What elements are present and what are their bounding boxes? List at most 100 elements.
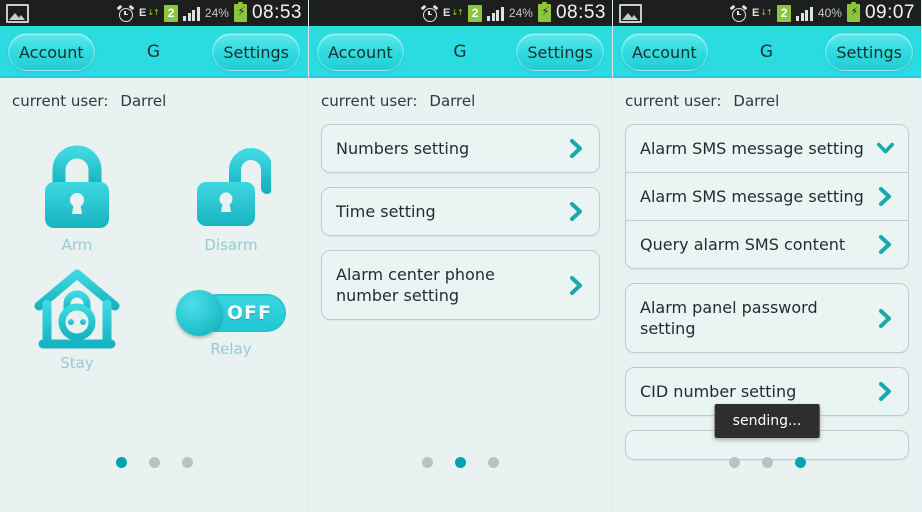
network-arrows: ↓↑ — [451, 8, 463, 17]
battery-percent: 24% — [508, 6, 533, 20]
list-item-label: Numbers setting — [336, 139, 470, 158]
alarm-clock-icon — [420, 4, 439, 22]
toast-message: sending... — [714, 404, 820, 438]
network-type-icon: E ↓↑ — [138, 7, 160, 19]
list-item-alarm-sms-message-setting[interactable]: Alarm SMS message setting — [626, 172, 908, 220]
stay-label: Stay — [60, 354, 94, 372]
page-dot-2[interactable] — [148, 457, 160, 468]
page-dot-1[interactable] — [422, 457, 433, 468]
arm-button[interactable]: Arm — [0, 130, 154, 254]
status-bar: E ↓↑ 2 40% ⚡ 09:07 — [613, 0, 921, 26]
current-user-name: Darrel — [733, 92, 780, 110]
toggle-knob[interactable] — [176, 290, 222, 336]
account-button[interactable]: Account — [8, 33, 95, 71]
current-user-row: current user: Darrel — [0, 78, 308, 110]
network-type-icon: E ↓↑ — [442, 7, 464, 19]
battery-charging-icon: ⚡ — [846, 1, 860, 22]
battery-charging-icon: ⚡ — [233, 1, 247, 22]
panel-1: E ↓↑ 2 24% ⚡ 08:53 Account G Settings cu… — [0, 0, 308, 512]
chevron-down-icon — [877, 139, 894, 158]
page-indicator — [309, 457, 612, 468]
page-indicator — [0, 457, 308, 468]
list-item-alarm-sms-message-setting-header[interactable]: Alarm SMS message setting — [626, 125, 908, 172]
status-clock: 09:07 — [864, 2, 915, 23]
page-title: G — [146, 42, 161, 62]
list-item-label: Alarm panel password setting — [640, 298, 818, 338]
page-dot-2[interactable] — [761, 457, 773, 468]
settings-card-expanded: Alarm SMS message setting Alarm SMS mess… — [625, 124, 909, 269]
list-item-label: Query alarm SMS content — [640, 235, 846, 254]
network-type-label: E — [138, 7, 147, 19]
settings-card: Time setting — [321, 187, 600, 236]
signal-bars-icon — [183, 6, 200, 21]
page-dot-3[interactable] — [488, 457, 499, 468]
settings-button[interactable]: Settings — [516, 33, 604, 71]
network-arrows: ↓↑ — [760, 8, 772, 17]
list-item-numbers-setting[interactable]: Numbers setting — [322, 125, 599, 172]
three-panel-screenshot: E ↓↑ 2 24% ⚡ 08:53 Account G Settings cu… — [0, 0, 922, 512]
house-lock-icon — [34, 269, 120, 349]
panel-body: current user: Darrel Arm Disarm Stay OFF… — [0, 78, 308, 512]
current-user-label: current user: — [12, 92, 109, 110]
list-item-alarm-panel-password-setting[interactable]: Alarm panel password setting — [626, 284, 908, 352]
status-bar-left — [619, 3, 642, 23]
chevron-right-icon — [877, 235, 894, 254]
list-item-query-alarm-sms-content[interactable]: Query alarm SMS content — [626, 220, 908, 268]
chevron-right-icon — [877, 308, 894, 328]
status-bar-right: E ↓↑ 2 24% ⚡ 08:53 — [420, 1, 606, 24]
current-user-name: Darrel — [120, 92, 167, 110]
page-dot-3[interactable] — [181, 457, 193, 468]
disarm-button[interactable]: Disarm — [154, 130, 308, 254]
app-bar: Account G Settings — [613, 26, 921, 78]
settings-card: Alarm center phone number setting — [321, 250, 600, 320]
page-dot-3[interactable] — [794, 457, 806, 468]
disarm-label: Disarm — [204, 236, 258, 254]
status-clock: 08:53 — [251, 2, 302, 23]
action-icon-row: Stay OFF Relay — [0, 254, 308, 372]
sim-badge: 2 — [467, 4, 483, 22]
page-dot-1[interactable] — [115, 457, 127, 468]
action-icon-row: Arm Disarm — [0, 130, 308, 254]
toggle-switch-icon[interactable]: OFF — [176, 290, 286, 336]
current-user-row: current user: Darrel — [309, 78, 612, 110]
current-user-row: current user: Darrel — [613, 78, 921, 110]
settings-card: Alarm panel password setting — [625, 283, 909, 353]
network-arrows: ↓↑ — [147, 8, 159, 17]
account-button[interactable]: Account — [317, 33, 404, 71]
list-item-alarm-center-phone-number-setting[interactable]: Alarm center phone number setting — [322, 251, 599, 319]
battery-percent: 40% — [817, 6, 842, 20]
battery-charging-icon: ⚡ — [537, 1, 551, 22]
page-dot-2[interactable] — [455, 457, 466, 468]
action-icon-grid: Arm Disarm Stay OFF Relay — [0, 130, 308, 372]
chevron-right-icon — [877, 382, 894, 401]
list-item-time-setting[interactable]: Time setting — [322, 188, 599, 235]
lock-open-icon — [197, 148, 271, 226]
stay-button[interactable]: Stay — [0, 254, 154, 372]
network-type-label: E — [751, 7, 760, 19]
page-dot-1[interactable] — [728, 457, 740, 468]
settings-card: Numbers setting — [321, 124, 600, 173]
settings-button[interactable]: Settings — [825, 33, 913, 71]
app-bar: Account G Settings — [0, 26, 308, 78]
relay-toggle[interactable]: OFF Relay — [154, 254, 308, 372]
signal-bars-icon — [796, 6, 813, 21]
list-item-label: Alarm center phone number setting — [336, 265, 495, 305]
current-user-label: current user: — [625, 92, 722, 110]
lock-closed-icon — [45, 145, 109, 228]
relay-label: Relay — [210, 340, 252, 358]
current-user-label: current user: — [321, 92, 418, 110]
network-type-icon: E ↓↑ — [751, 7, 773, 19]
toggle-state-label: OFF — [226, 302, 272, 324]
page-title: G — [759, 42, 774, 62]
status-bar: E ↓↑ 2 24% ⚡ 08:53 — [0, 0, 308, 26]
status-bar: E ↓↑ 2 24% ⚡ 08:53 — [309, 0, 612, 26]
panel-3: E ↓↑ 2 40% ⚡ 09:07 Account G Settings cu… — [613, 0, 921, 512]
alarm-clock-icon — [729, 4, 748, 22]
settings-button[interactable]: Settings — [212, 33, 300, 71]
account-button[interactable]: Account — [621, 33, 708, 71]
network-type-label: E — [442, 7, 451, 19]
current-user-name: Darrel — [429, 92, 476, 110]
page-title: G — [453, 42, 467, 62]
chevron-right-icon — [568, 139, 585, 158]
sim-badge: 2 — [163, 4, 179, 22]
